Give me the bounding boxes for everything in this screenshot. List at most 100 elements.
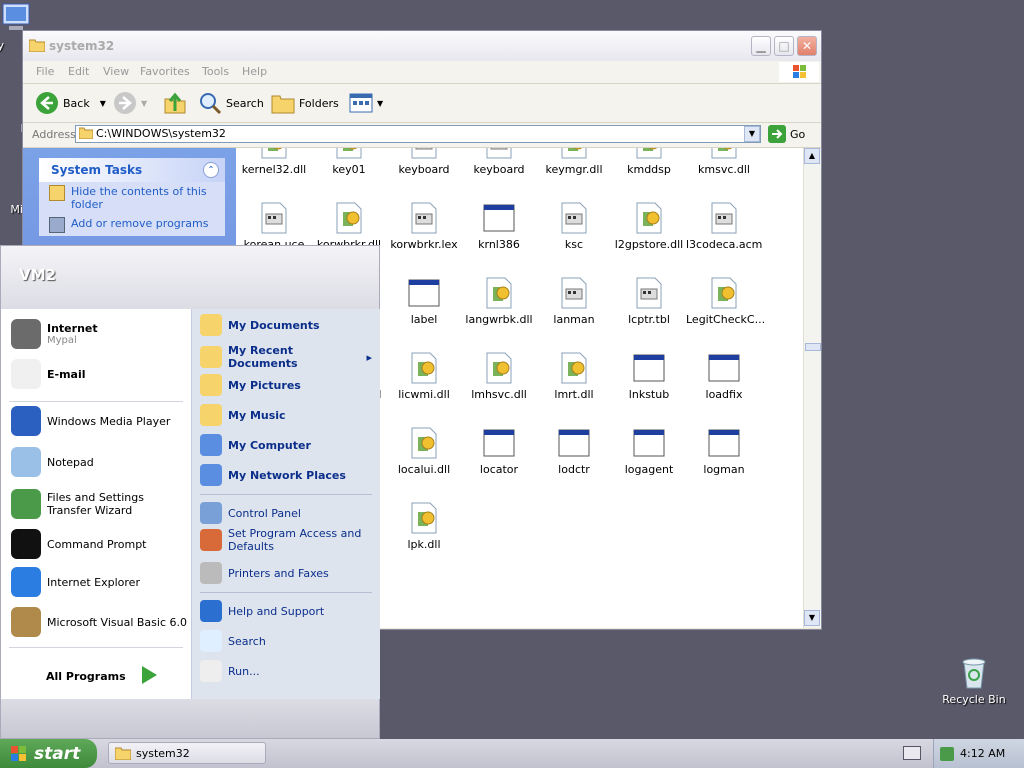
menu-file[interactable]: File <box>36 65 54 78</box>
file-item[interactable]: korwbrkr.lex <box>386 202 462 251</box>
start-item-my-computer[interactable]: My Computer <box>200 434 372 456</box>
forward-button[interactable]: ▼ <box>113 90 147 116</box>
desktop-icon-label: Recycle Bin <box>942 693 1006 706</box>
window-titlebar[interactable]: system32 ▁ □ ✕ <box>23 31 821 61</box>
vertical-scrollbar[interactable]: ▲ ▼ <box>803 148 821 628</box>
file-item[interactable]: lodctr <box>536 427 612 476</box>
task-hide-contents[interactable]: Hide the contents of this folder <box>39 182 225 214</box>
menu-view[interactable]: View <box>103 65 129 78</box>
start-item-my-network-places[interactable]: My Network Places <box>200 464 372 486</box>
file-item[interactable]: loadfix <box>686 352 762 401</box>
start-item-notepad[interactable]: Notepad <box>11 447 94 477</box>
start-item-set-program-access-and-defaults[interactable]: Set Program Access and Defaults <box>200 527 372 553</box>
start-item-windows-media-player[interactable]: Windows Media Player <box>11 406 170 436</box>
file-item[interactable]: logman <box>686 427 762 476</box>
dll-icon <box>708 277 740 309</box>
start-item-command-prompt[interactable]: Command Prompt <box>11 529 147 559</box>
start-item-run[interactable]: Run... <box>200 660 372 682</box>
folder-icon <box>200 404 222 426</box>
file-item[interactable]: lmhsvc.dll <box>461 352 537 401</box>
start-item-internet[interactable]: Internet Mypal <box>11 319 98 349</box>
file-name: korwbrkr.lex <box>390 238 458 251</box>
taskbar-button-system32[interactable]: system32 <box>108 742 266 764</box>
file-item[interactable]: lmrt.dll <box>536 352 612 401</box>
doc-icon <box>558 277 590 309</box>
file-item[interactable]: lpk.dll <box>386 502 462 551</box>
collapse-icon[interactable]: ⌃ <box>203 162 219 178</box>
file-item[interactable]: key01 <box>311 148 387 176</box>
views-button[interactable]: ▼ <box>349 90 383 116</box>
exe-icon <box>558 427 590 459</box>
doc-icon <box>408 148 440 159</box>
menu-favorites[interactable]: Favorites <box>140 65 190 78</box>
doc-icon <box>558 202 590 234</box>
file-item[interactable]: lcptr.tbl <box>611 277 687 326</box>
file-item[interactable]: label <box>386 277 462 326</box>
task-add-remove-programs[interactable]: Add or remove programs <box>39 214 225 236</box>
file-name: krnl386 <box>478 238 520 251</box>
folders-button[interactable]: Folders <box>271 90 339 116</box>
file-item[interactable]: logagent <box>611 427 687 476</box>
menu-bar: File Edit View Favorites Tools Help <box>23 61 821 84</box>
address-input[interactable]: C:\WINDOWS\system32 <box>75 125 761 143</box>
keyboard-tray-icon[interactable] <box>903 746 921 760</box>
close-button[interactable]: ✕ <box>797 36 817 56</box>
file-item[interactable]: kmsvc.dll <box>686 148 762 176</box>
file-name: LegitCheckC... <box>686 313 766 326</box>
scroll-thumb[interactable] <box>805 343 821 351</box>
start-item-files-and-settings-transfer-wizard[interactable]: Files and Settings Transfer Wizard <box>11 489 191 519</box>
start-item-help-and-support[interactable]: Help and Support <box>200 600 372 622</box>
start-item-my-documents[interactable]: My Documents <box>200 314 372 336</box>
file-item[interactable]: korwbrkr.dll <box>311 202 387 251</box>
file-item[interactable]: kmddsp <box>611 148 687 176</box>
file-item[interactable]: localui.dll <box>386 427 462 476</box>
address-dropdown-button[interactable]: ▼ <box>744 126 760 142</box>
file-item[interactable]: licwmi.dll <box>386 352 462 401</box>
folder-icon <box>79 127 93 139</box>
file-item[interactable]: l3codeca.acm <box>686 202 762 251</box>
maximize-button[interactable]: □ <box>774 36 794 56</box>
start-button[interactable]: start <box>0 739 97 768</box>
start-item-my-music[interactable]: My Music <box>200 404 372 426</box>
file-item[interactable]: kernel32.dll <box>236 148 312 176</box>
start-item-microsoft-visual-basic-6-0[interactable]: Microsoft Visual Basic 6.0 <box>11 607 187 637</box>
file-item[interactable]: locator <box>461 427 537 476</box>
file-item[interactable]: langwrbk.dll <box>461 277 537 326</box>
scroll-down-button[interactable]: ▼ <box>804 610 820 626</box>
file-item[interactable]: LegitCheckC... <box>686 277 766 326</box>
start-item-my-recent-documents[interactable]: My Recent Documents ▸ <box>200 344 372 370</box>
file-item[interactable]: l2gpstore.dll <box>611 202 687 251</box>
menu-tools[interactable]: Tools <box>202 65 229 78</box>
taskbar-button-label: system32 <box>136 746 190 760</box>
file-name: ksc <box>564 238 584 251</box>
search-button[interactable]: Search <box>198 90 264 116</box>
menu-help[interactable]: Help <box>242 65 267 78</box>
clock[interactable]: 4:12 AM <box>960 747 1005 760</box>
menu-edit[interactable]: Edit <box>68 65 89 78</box>
start-item-e-mail[interactable]: E-mail <box>11 359 86 389</box>
start-item-control-panel[interactable]: Control Panel <box>200 502 372 524</box>
computer-icon <box>200 434 222 456</box>
file-item[interactable]: korean.uce <box>236 202 312 251</box>
file-item[interactable]: lanman <box>536 277 612 326</box>
back-button[interactable]: Back ▼ <box>35 90 106 116</box>
network-tray-icon[interactable] <box>940 746 954 761</box>
start-item-my-pictures[interactable]: My Pictures <box>200 374 372 396</box>
start-item-search[interactable]: Search <box>200 630 372 652</box>
start-item-printers-and-faxes[interactable]: Printers and Faxes <box>200 562 372 584</box>
up-folder-button[interactable] <box>163 90 187 116</box>
scroll-up-button[interactable]: ▲ <box>804 148 820 164</box>
file-item[interactable]: krnl386 <box>461 202 537 251</box>
file-item[interactable]: keyboard <box>461 148 537 176</box>
system-tasks-header[interactable]: System Tasks ⌃ <box>39 158 225 182</box>
file-item[interactable]: keymgr.dll <box>536 148 612 176</box>
file-item[interactable]: keyboard <box>386 148 462 176</box>
start-menu-footer <box>1 699 379 738</box>
desktop-icon-recycle-bin[interactable]: Recycle Bin <box>939 656 1009 706</box>
file-item[interactable]: lnkstub <box>611 352 687 401</box>
start-item-internet-explorer[interactable]: Internet Explorer <box>11 567 140 597</box>
go-button[interactable]: Go <box>768 125 805 143</box>
file-item[interactable]: ksc <box>536 202 612 251</box>
minimize-button[interactable]: ▁ <box>751 36 771 56</box>
all-programs-button[interactable]: All Programs <box>46 665 158 688</box>
